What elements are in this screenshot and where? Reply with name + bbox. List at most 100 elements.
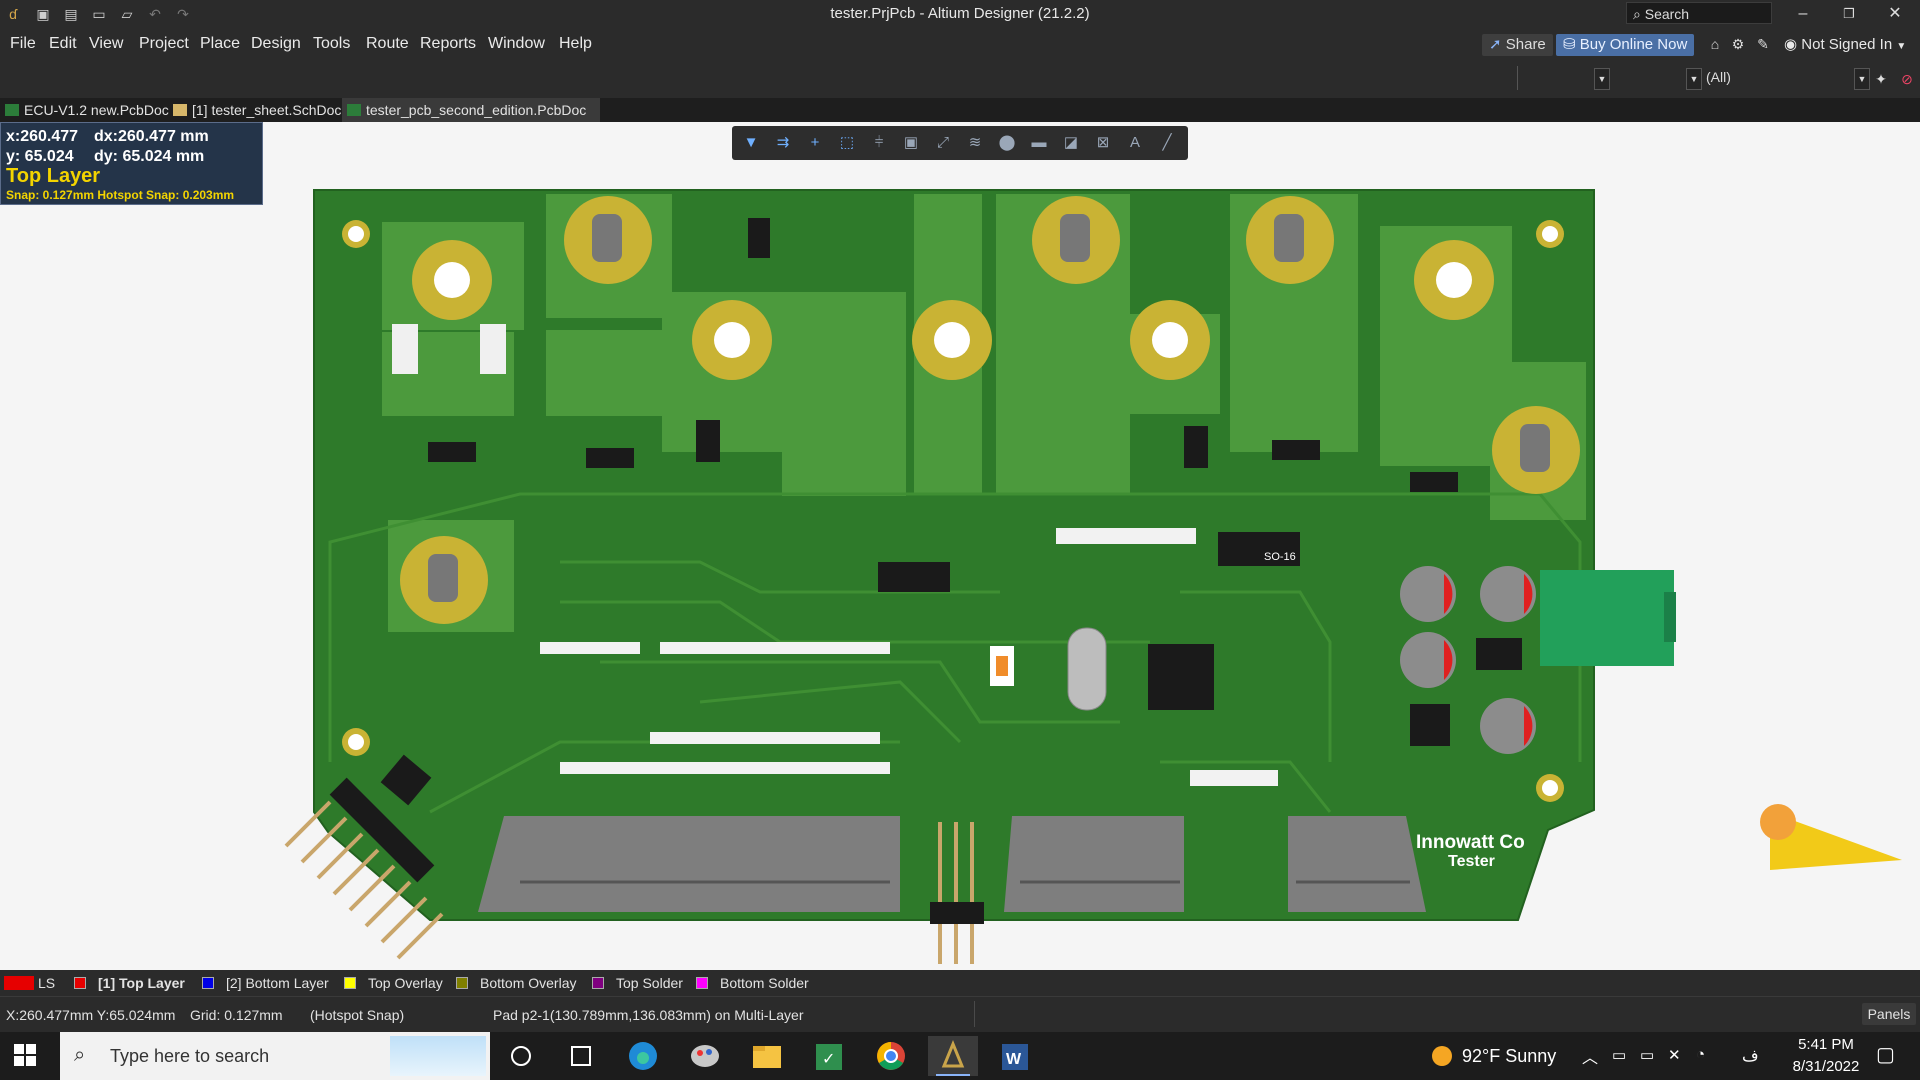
search-box[interactable]: ⌕ Search [1626,2,1772,24]
select-rect-icon[interactable]: ⬚ [838,134,856,152]
spreadsheet-app-icon[interactable]: ✓ [804,1036,854,1076]
add-icon[interactable]: + [806,134,824,152]
word-icon[interactable]: W [990,1036,1040,1076]
layer-tab-top[interactable]: [1] Top Layer [74,974,185,992]
chevron-down-icon: ▼ [1857,74,1867,84]
altium-taskbar-icon[interactable] [928,1036,978,1076]
via-icon[interactable]: ⬤ [998,134,1016,152]
menu-window[interactable]: Window [488,35,545,53]
input-language[interactable]: ف [1742,1046,1759,1066]
close-button[interactable]: ✕ [1872,0,1918,28]
clock-date[interactable]: 8/31/2022 [1778,1058,1874,1075]
menu-project[interactable]: Project [139,35,189,53]
menu-bar: File Edit View Project Place Design Tool… [0,28,1920,60]
volume-muted-icon[interactable]: ✕ [1668,1046,1681,1064]
clock-time[interactable]: 5:41 PM [1786,1036,1866,1053]
layer-tab-bottom-solder[interactable]: Bottom Solder [696,974,809,992]
ic-silk-label: SO-16 [1264,551,1296,563]
clear-filter-icon[interactable]: ⊘ [1898,70,1916,88]
notifications-icon[interactable]: ✎ [1754,35,1772,53]
layer-tab-top-overlay[interactable]: Top Overlay [344,974,443,992]
task-view-icon[interactable] [556,1036,606,1076]
sch-doc-icon [173,104,187,116]
filter-dropdown[interactable]: ▼ [1686,68,1702,90]
menu-route[interactable]: Route [366,35,409,53]
diff-pair-icon[interactable]: ≋ [966,134,984,152]
minimize-button[interactable]: – [1780,0,1826,28]
file-explorer-icon[interactable] [742,1036,792,1076]
layer-swatch [592,977,604,989]
select-icon[interactable]: ✦ [1872,70,1890,88]
terminal-block-edge [1664,592,1676,642]
layer-tab-top-solder[interactable]: Top Solder [592,974,683,992]
restore-button[interactable]: ❐ [1826,0,1872,28]
layer-tab-bottom[interactable]: [2] Bottom Layer [202,974,329,992]
terminal-block [1540,570,1674,666]
home-icon[interactable]: ⌂ [1706,35,1724,53]
hud-dy: dy: 65.024 mm [94,148,205,165]
hud-dx: dx:260.477 mm [94,128,209,145]
interactive-route-icon[interactable]: ⇉ [774,134,792,152]
layer-swatch [202,977,214,989]
polygon-icon[interactable]: ▬ [1030,134,1048,152]
toolbar-divider [1517,66,1518,90]
panels-button[interactable]: Panels [1862,1003,1916,1025]
menu-view[interactable]: View [89,35,123,53]
hud-y: y: 65.024 [6,148,74,165]
menu-help[interactable]: Help [559,35,592,53]
align-icon[interactable]: ⫩ [870,134,888,152]
taskbar-search-placeholder: Type here to search [110,1046,270,1066]
paint-icon[interactable] [680,1036,730,1076]
route-icon[interactable]: ⤢ [934,134,952,152]
toolbar-row: ▼ ▼ (All) ▼ ✦ ⊘ [0,60,1920,98]
weather-sun-icon[interactable] [1432,1046,1452,1066]
menu-design[interactable]: Design [251,35,301,53]
menu-reports[interactable]: Reports [420,35,476,53]
hud-layer: Top Layer [6,165,101,187]
edge-icon[interactable] [618,1036,668,1076]
windows-start-icon[interactable] [14,1044,36,1066]
buy-online-button[interactable]: ⛁ Buy Online Now [1556,34,1695,56]
toolbar-dropdown[interactable]: ▼ [1594,68,1610,90]
pcb-canvas[interactable]: SO-16 Innowatt Co Tester [0,122,1920,970]
battery-icon[interactable]: ▭ [1640,1046,1654,1064]
component-icon[interactable]: ▣ [902,134,920,152]
share-button[interactable]: ➚ Share [1482,34,1553,56]
taskbar-search[interactable]: ⌕ Type here to search [60,1032,490,1080]
dimension-icon[interactable]: ⊠ [1094,134,1112,152]
notification-center-icon[interactable]: ▢ [1876,1042,1895,1067]
meet-now-icon[interactable]: ▭ [1612,1046,1626,1064]
layer-tab-bottom-overlay[interactable]: Bottom Overlay [456,974,576,992]
selection-dropdown[interactable]: ▼ [1854,68,1870,90]
menu-tools[interactable]: Tools [313,35,350,53]
menu-edit[interactable]: Edit [49,35,77,53]
account-menu[interactable]: ◉ Not Signed In ▼ [1784,34,1906,56]
keepout-icon[interactable]: ◪ [1062,134,1080,152]
task-view-cortana-icon[interactable] [496,1036,546,1076]
weather-text[interactable]: 92°F Sunny [1462,1046,1556,1067]
status-snap: (Hotspot Snap) [310,1007,405,1023]
chrome-icon[interactable] [866,1036,916,1076]
menu-place[interactable]: Place [200,35,240,53]
light-source-orb[interactable] [1760,804,1796,840]
share-icon: ➚ [1489,36,1502,53]
pcb-3d-view[interactable]: SO-16 Innowatt Co Tester [0,122,1920,970]
line-icon[interactable]: ╱ [1158,134,1176,152]
board-silk-subtitle: Tester [1448,853,1495,870]
wifi-icon[interactable]: ◔ [1696,1046,1705,1063]
tray-chevron-up-icon[interactable]: ︿ [1582,1044,1598,1068]
tab-ecu-pcbdoc[interactable]: ECU-V1.2 new.PcbDoc [0,98,192,122]
active-bar: ▼ ⇉ + ⬚ ⫩ ▣ ⤢ ≋ ⬤ ▬ ◪ ⊠ A ╱ [732,126,1188,160]
menu-file[interactable]: File [10,35,36,53]
status-grid: Grid: 0.127mm [190,1007,283,1023]
tab-tester-schdoc[interactable]: [1] tester_sheet.SchDoc [168,98,366,122]
search-label: Search [1644,6,1690,22]
layer-swatch [74,977,86,989]
layer-tab-ls[interactable]: LS [4,974,55,992]
tab-tester-pcb-second[interactable]: tester_pcb_second_edition.PcbDoc [342,98,600,122]
filter-icon[interactable]: ▼ [742,134,760,152]
gear-icon[interactable]: ⚙ [1729,35,1747,53]
status-bar: X:260.477mm Y:65.024mm Grid: 0.127mm (Ho… [0,996,1920,1033]
text-icon[interactable]: A [1126,134,1144,152]
layer-swatch [456,977,468,989]
